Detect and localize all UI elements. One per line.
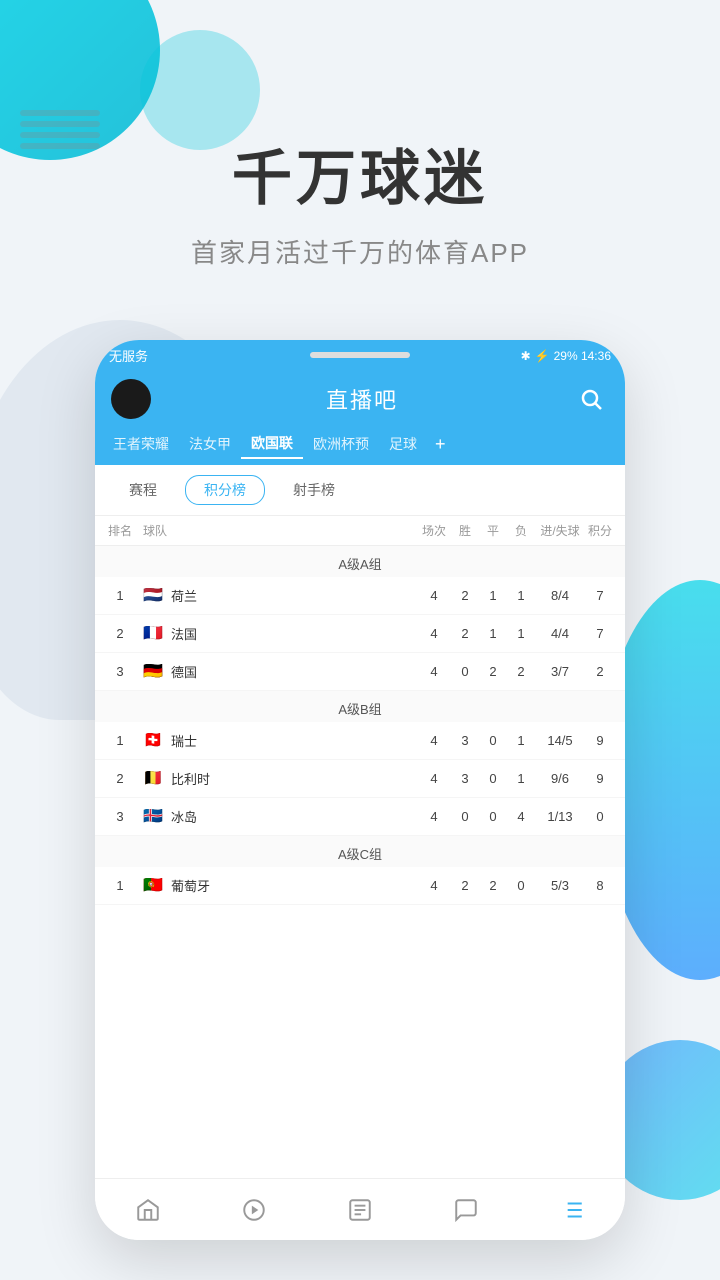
app-logo[interactable] xyxy=(111,379,151,419)
status-service: 无服务 xyxy=(109,346,148,365)
group-header-b: A级B组 xyxy=(95,691,625,722)
table-row: 3 🇩🇪德国 4 0 2 2 3/7 2 xyxy=(95,653,625,691)
group-header-a: A级A组 xyxy=(95,546,625,577)
group-header-c: A级C组 xyxy=(95,836,625,867)
bottom-nav-video[interactable] xyxy=(201,1179,307,1240)
phone-notch xyxy=(310,352,410,358)
flag-portugal: 🇵🇹 xyxy=(143,878,165,893)
bottom-nav xyxy=(95,1178,625,1240)
bottom-nav-list[interactable] xyxy=(519,1179,625,1240)
hero-subtitle: 首家月活过千万的体育APP xyxy=(0,233,720,270)
flag-switzerland: 🇨🇭 xyxy=(143,733,165,748)
flag-france: 🇫🇷 xyxy=(143,626,165,641)
nav-tabs: 王者荣耀 法女甲 欧国联 欧洲杯预 足球 + xyxy=(95,429,625,465)
table-row: 1 🇳🇱荷兰 4 2 1 1 8/4 7 xyxy=(95,577,625,615)
sub-tab-standings[interactable]: 积分榜 xyxy=(185,475,265,505)
flag-iceland: 🇮🇸 xyxy=(143,809,165,824)
app-name: 直播吧 xyxy=(326,383,398,415)
battery-text: 29% 14:36 xyxy=(554,349,611,363)
standings-content: 排名 球队 场次 胜 平 负 进/失球 积分 A级A组 1 🇳🇱荷兰 4 2 1… xyxy=(95,516,625,905)
sub-tab-schedule[interactable]: 赛程 xyxy=(111,476,175,504)
status-info: ✱ ⚡ 29% 14:36 xyxy=(521,349,611,363)
standings-table: 排名 球队 场次 胜 平 负 进/失球 积分 A级A组 1 🇳🇱荷兰 4 2 1… xyxy=(95,516,625,905)
header-played: 场次 xyxy=(417,522,451,539)
phone-mockup: 无服务 ✱ ⚡ 29% 14:36 直播吧 王者荣耀 法女甲 欧国联 欧洲杯预 … xyxy=(95,340,625,1240)
header-win: 胜 xyxy=(451,522,479,539)
sub-tab-scorers[interactable]: 射手榜 xyxy=(275,476,353,504)
nav-tab-wangzhe[interactable]: 王者荣耀 xyxy=(103,430,179,458)
wifi-icon: ⚡ xyxy=(535,349,550,363)
table-row: 2 🇧🇪比利时 4 3 0 1 9/6 9 xyxy=(95,760,625,798)
bottom-nav-home[interactable] xyxy=(95,1179,201,1240)
table-row: 1 🇨🇭瑞士 4 3 0 1 14/5 9 xyxy=(95,722,625,760)
nav-tab-football[interactable]: 足球 xyxy=(379,430,427,458)
nav-tab-fvf[interactable]: 法女甲 xyxy=(179,430,241,458)
header-goals: 进/失球 xyxy=(535,522,585,539)
header-loss: 负 xyxy=(507,522,535,539)
header-draw: 平 xyxy=(479,522,507,539)
nav-tab-euro-qual[interactable]: 欧洲杯预 xyxy=(303,430,379,458)
hero-title: 千万球迷 xyxy=(0,130,720,217)
header-rank: 排名 xyxy=(105,522,135,539)
sub-tabs: 赛程 积分榜 射手榜 xyxy=(95,465,625,516)
flag-germany: 🇩🇪 xyxy=(143,664,165,679)
search-button[interactable] xyxy=(573,381,609,417)
table-row: 1 🇵🇹葡萄牙 4 2 2 0 5/3 8 xyxy=(95,867,625,905)
app-header: 直播吧 xyxy=(95,371,625,429)
table-row: 3 🇮🇸冰岛 4 0 0 4 1/13 0 xyxy=(95,798,625,836)
bottom-nav-chat[interactable] xyxy=(413,1179,519,1240)
bluetooth-icon: ✱ xyxy=(521,349,531,363)
nav-tab-more[interactable]: + xyxy=(427,430,454,459)
nav-tab-uefanl[interactable]: 欧国联 xyxy=(241,429,303,459)
header-team: 球队 xyxy=(135,522,417,539)
bottom-nav-news[interactable] xyxy=(307,1179,413,1240)
header-pts: 积分 xyxy=(585,522,615,539)
table-header-row: 排名 球队 场次 胜 平 负 进/失球 积分 xyxy=(95,516,625,546)
table-row: 2 🇫🇷法国 4 2 1 1 4/4 7 xyxy=(95,615,625,653)
flag-belgium: 🇧🇪 xyxy=(143,771,165,786)
flag-netherlands: 🇳🇱 xyxy=(143,588,165,603)
hero-section: 千万球迷 首家月活过千万的体育APP xyxy=(0,130,720,270)
